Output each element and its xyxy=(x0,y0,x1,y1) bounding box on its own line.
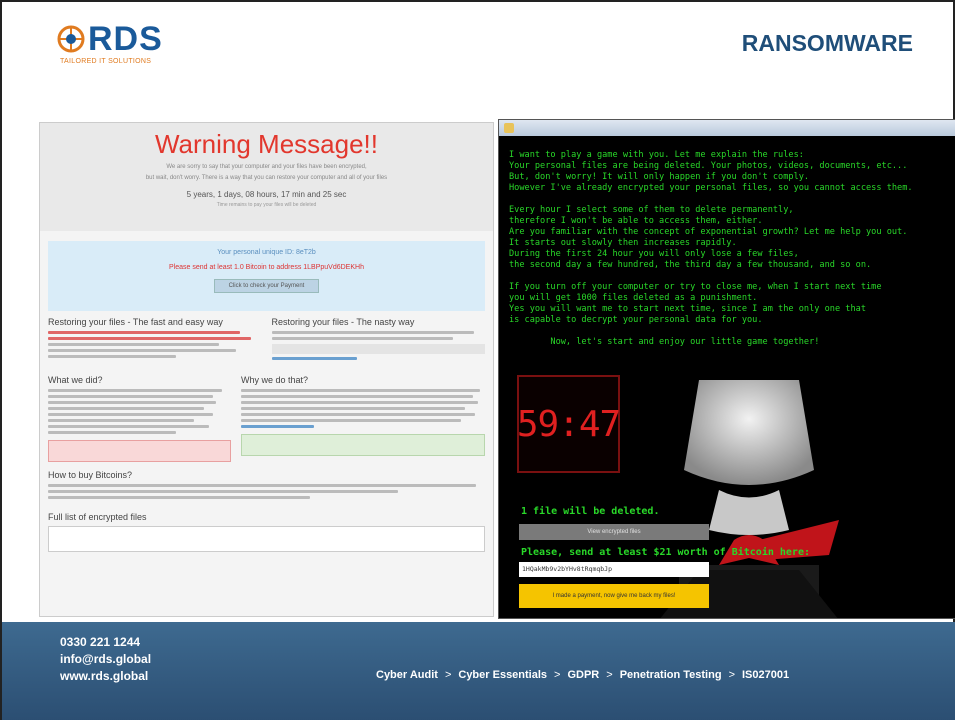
breadcrumb-separator: > xyxy=(606,669,613,681)
how-to-buy-section: How to buy Bitcoins? xyxy=(40,462,493,499)
text-line xyxy=(271,357,357,360)
warning-title: Warning Message!! xyxy=(154,129,379,159)
slide: RDS TAILORED IT SOLUTIONS RANSOMWARE War… xyxy=(0,0,955,720)
service-cyber-audit: Cyber Audit xyxy=(376,669,438,681)
send-bitcoin-line: Please send at least 1.0 Bitcoin to addr… xyxy=(169,264,364,271)
text-line xyxy=(48,349,236,352)
text-line xyxy=(48,419,195,422)
text-line xyxy=(48,331,241,334)
text-line xyxy=(48,431,177,434)
encrypted-files-section: Full list of encrypted files xyxy=(40,502,493,552)
slide-title: RANSOMWARE xyxy=(741,30,913,56)
warning-header: Warning Message!! We are sorry to say th… xyxy=(40,123,493,231)
text-line xyxy=(48,496,311,499)
text-line xyxy=(48,401,217,404)
text-line xyxy=(241,389,481,392)
payment-info-box: Your personal unique ID: 8eT2b Please se… xyxy=(48,241,485,311)
text-line xyxy=(48,484,477,487)
breadcrumb-separator: > xyxy=(444,669,452,681)
text-line xyxy=(241,407,466,410)
breadcrumb-separator: > xyxy=(554,669,561,681)
text-line xyxy=(241,419,461,422)
warning-lead-2: but wait, don't worry. There is a way th… xyxy=(145,175,388,181)
contact-phone: 0330 221 1244 xyxy=(60,635,141,649)
countdown-timer: 59:47 xyxy=(517,375,621,473)
window-app-icon xyxy=(504,123,514,133)
text-line xyxy=(48,490,398,493)
encrypted-files-list[interactable] xyxy=(48,526,485,552)
send-bitcoin-prompt: Please, send at least $21 worth of Bitco… xyxy=(521,547,810,558)
warning-lead-1: We are sorry to say that your computer a… xyxy=(166,164,367,170)
contact-website: www.rds.global xyxy=(60,669,149,683)
globe-logo-icon xyxy=(56,24,86,54)
check-payment-button[interactable]: Click to check your Payment xyxy=(213,279,320,293)
fast-way-heading: Restoring your files - The fast and easy… xyxy=(48,317,223,327)
warning-page-screenshot: Warning Message!! We are sorry to say th… xyxy=(39,122,494,617)
why-we-did-column: Why we do that? xyxy=(241,375,485,462)
window-titlebar xyxy=(499,120,955,136)
text-line xyxy=(271,331,475,334)
restore-columns: Restoring your files - The fast and easy… xyxy=(40,311,493,363)
unique-id-line: Your personal unique ID: 8eT2b xyxy=(217,249,316,256)
what-we-did-column: What we did? xyxy=(48,375,231,462)
nasty-way-heading: Restoring your files - The nasty way xyxy=(271,317,415,327)
text-line xyxy=(48,413,213,416)
rds-logo: RDS TAILORED IT SOLUTIONS xyxy=(56,22,196,72)
footer-bar: 0330 221 1244 info@rds.global www.rds.gl… xyxy=(2,622,955,720)
service-gdpr: GDPR xyxy=(567,669,600,681)
service-iso27001: IS027001 xyxy=(742,669,790,681)
text-line xyxy=(241,401,478,404)
warning-note-box xyxy=(48,440,231,462)
nasty-way-column: Restoring your files - The nasty way xyxy=(271,317,485,363)
service-penetration-testing: Penetration Testing xyxy=(619,669,722,681)
jigsaw-screenshot: I want to play a game with you. Let me e… xyxy=(498,119,955,619)
why-we-did-heading: Why we do that? xyxy=(241,375,309,385)
encrypted-files-heading: Full list of encrypted files xyxy=(48,512,147,522)
view-encrypted-files-button[interactable]: View encrypted files xyxy=(519,524,709,540)
text-line xyxy=(48,337,251,340)
services-breadcrumb: Cyber Audit > Cyber Essentials > GDPR > Penetr… xyxy=(376,669,789,681)
logo-tagline: TAILORED IT SOLUTIONS xyxy=(60,58,152,65)
service-cyber-essentials: Cyber Essentials xyxy=(458,669,548,681)
what-we-did-heading: What we did? xyxy=(48,375,103,385)
text-line xyxy=(48,343,219,346)
contact-block: 0330 221 1244 info@rds.global www.rds.gl… xyxy=(60,634,151,685)
text-line xyxy=(271,337,453,340)
contact-email: info@rds.global xyxy=(60,652,152,666)
payment-made-button[interactable]: I made a payment, now give me back my fi… xyxy=(519,584,709,608)
text-line xyxy=(241,395,473,398)
text-line xyxy=(48,395,213,398)
breadcrumb-separator: > xyxy=(728,669,735,681)
text-line xyxy=(241,413,476,416)
warning-countdown-note: Time remains to pay your files will be d… xyxy=(216,202,317,208)
bitcoin-address-field[interactable]: 1HQakMb9v2bYHv8tRqmqbJp xyxy=(519,562,709,577)
files-deleted-notice: 1 file will be deleted. xyxy=(521,506,660,517)
how-to-buy-heading: How to buy Bitcoins? xyxy=(48,470,133,480)
ransom-message: I want to play a game with you. Let me e… xyxy=(509,150,913,347)
text-line xyxy=(48,425,210,428)
info-note-box xyxy=(241,434,485,456)
logo-text: RDS xyxy=(88,20,163,58)
fast-way-column: Restoring your files - The fast and easy… xyxy=(48,317,262,363)
nasty-way-box xyxy=(271,344,485,354)
text-line xyxy=(48,355,177,358)
why-columns: What we did? Why we do that? xyxy=(40,363,493,462)
text-line xyxy=(48,407,204,410)
text-line xyxy=(241,425,315,428)
warning-countdown: 5 years, 1 days, 08 hours, 17 min and 25… xyxy=(186,190,347,199)
text-line xyxy=(48,389,222,392)
